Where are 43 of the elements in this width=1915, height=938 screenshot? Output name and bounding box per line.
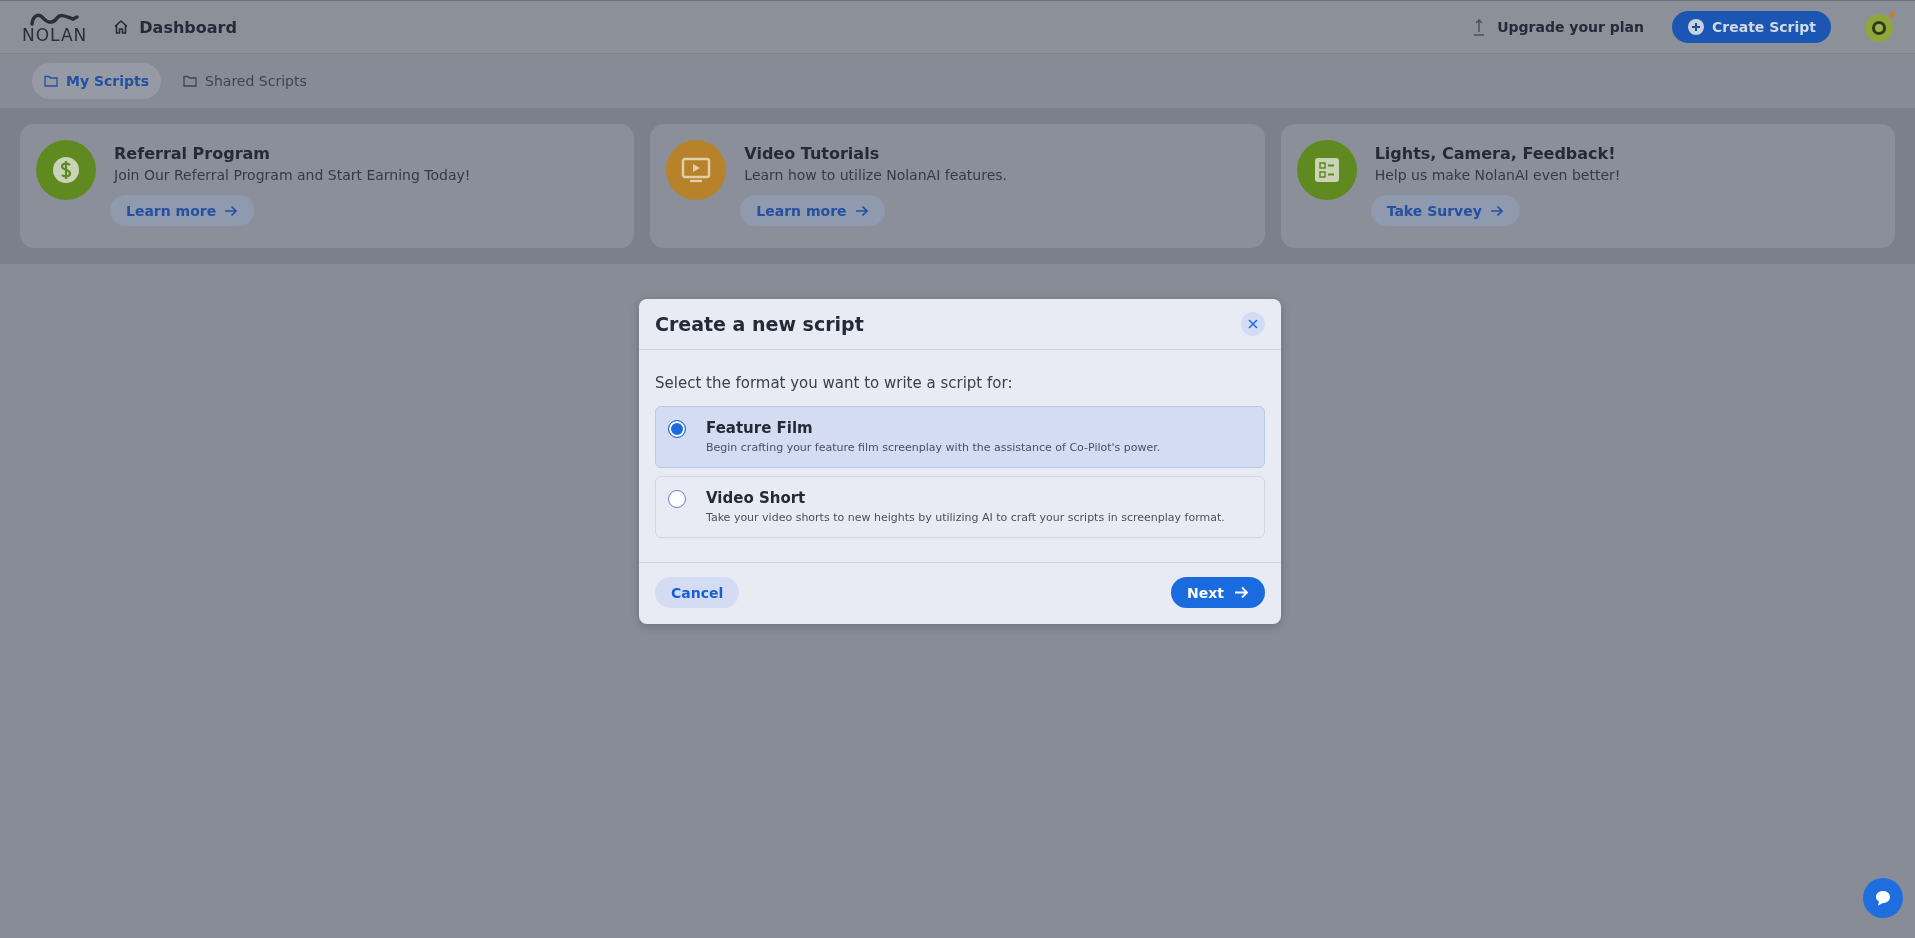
upgrade-link[interactable]: Upgrade your plan bbox=[1467, 17, 1650, 37]
card-title: Lights, Camera, Feedback! bbox=[1374, 144, 1617, 163]
card-description: Join Our Referral Program and Start Earning Today! bbox=[114, 167, 471, 183]
folder-icon bbox=[44, 75, 58, 87]
upload-icon bbox=[1473, 18, 1486, 36]
arrow-right-icon bbox=[224, 204, 239, 217]
radio-button[interactable] bbox=[668, 420, 686, 438]
close-button[interactable] bbox=[1241, 312, 1265, 336]
logo[interactable]: NOLAN bbox=[22, 10, 88, 44]
arrow-right-icon bbox=[1234, 586, 1249, 599]
folder-icon bbox=[183, 75, 198, 87]
card-description: Help us make NolanAI even better! bbox=[1374, 167, 1621, 183]
tab[interactable]: Shared Scripts bbox=[171, 63, 319, 99]
next-button[interactable]: Next bbox=[1171, 577, 1265, 608]
dialog-prompt: Select the format you want to write a script for: bbox=[655, 374, 1014, 392]
card-link-button[interactable]: Take Survey bbox=[1370, 195, 1520, 226]
chat-bubble-icon bbox=[1874, 889, 1892, 907]
breadcrumb[interactable]: Dashboard bbox=[139, 17, 237, 37]
wave-icon bbox=[28, 10, 81, 27]
create-script-button[interactable]: Create Script bbox=[1672, 11, 1831, 43]
cancel-button[interactable]: Cancel bbox=[655, 577, 740, 608]
card-description: Learn how to utilize NolanAI features. bbox=[744, 167, 1008, 183]
dialog-title: Create a new script bbox=[655, 313, 864, 335]
card-link-button[interactable]: Learn more bbox=[740, 195, 885, 226]
plus-circle-icon bbox=[1688, 19, 1704, 35]
format-option[interactable]: Feature Film Begin crafting your feature film screenplay with the assistance of Co-Pilot's power. bbox=[655, 406, 1265, 468]
option-description: Take your video shorts to new heights by utilizing AI to craft your scripts in screenplay format. bbox=[706, 511, 1225, 525]
card-title: Referral Program bbox=[114, 144, 272, 163]
radio-button[interactable] bbox=[668, 490, 686, 508]
avatar[interactable] bbox=[1863, 10, 1897, 44]
card-link-button[interactable]: Learn more bbox=[110, 195, 255, 226]
option-title: Video Short bbox=[706, 489, 807, 507]
option-title: Feature Film bbox=[706, 419, 814, 437]
logo-text: NOLAN bbox=[22, 26, 88, 44]
home-icon bbox=[113, 19, 130, 35]
arrow-right-icon bbox=[854, 204, 869, 217]
chat-button[interactable] bbox=[1863, 878, 1903, 918]
format-option[interactable]: Video Short Take your video shorts to new heights by utilizing AI to craft your scripts in screenplay format. bbox=[655, 476, 1265, 538]
tab[interactable]: My Scripts bbox=[32, 63, 162, 99]
arrow-right-icon bbox=[1489, 204, 1504, 217]
card-title: Video Tutorials bbox=[744, 144, 881, 163]
close-icon bbox=[1248, 319, 1258, 329]
option-description: Begin crafting your feature film screenplay with the assistance of Co-Pilot's power. bbox=[706, 441, 1161, 455]
